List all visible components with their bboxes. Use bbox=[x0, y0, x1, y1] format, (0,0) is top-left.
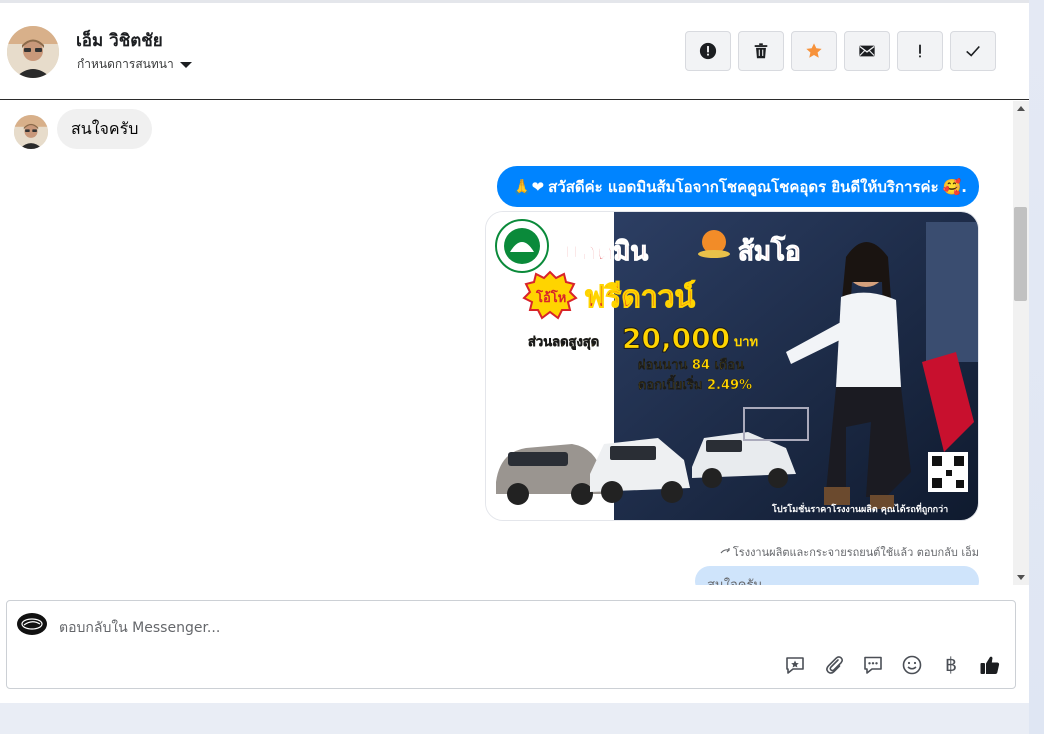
saved-reply-button[interactable] bbox=[783, 653, 807, 677]
chat-bubble-button[interactable] bbox=[861, 653, 885, 677]
saved-reply-icon bbox=[786, 657, 804, 674]
chat-bubble-icon bbox=[864, 656, 882, 674]
sender-avatar bbox=[14, 115, 48, 149]
incoming-message[interactable]: สนใจครับ bbox=[57, 109, 153, 149]
reply-meta-text: โรงงานผลิตและกระจายรถยนต์ใช้แล้ว ตอบกลับ… bbox=[732, 546, 979, 559]
mark-done-button[interactable] bbox=[950, 31, 996, 71]
promo-offer: ฟรีดาวน์ bbox=[584, 280, 696, 315]
scroll-down-arrow-icon[interactable] bbox=[1017, 575, 1025, 580]
message-input[interactable] bbox=[59, 617, 759, 639]
attach-button[interactable] bbox=[822, 653, 846, 677]
message-thread[interactable]: สนใจครับ 🙏❤ สวัสดีค่ะ แอดมินส้มโอจากโชคค… bbox=[0, 101, 1013, 585]
envelope-icon bbox=[859, 45, 875, 57]
follow-up-button[interactable] bbox=[791, 31, 837, 71]
star-icon bbox=[806, 43, 822, 58]
reply-arrow-icon bbox=[720, 548, 730, 554]
like-button[interactable] bbox=[978, 653, 1002, 677]
conversation-toolbar bbox=[685, 31, 996, 71]
scroll-thumb[interactable] bbox=[1014, 207, 1027, 301]
promo-discount-label: ส่วนลดสูงสุด bbox=[528, 335, 599, 350]
outgoing-message[interactable]: 🙏❤ สวัสดีค่ะ แอดมินส้มโอจากโชคคูณโชคอุดร… bbox=[496, 166, 979, 207]
mark-spam-button[interactable] bbox=[685, 31, 731, 71]
user-avatar[interactable] bbox=[7, 26, 59, 78]
exclamation-icon bbox=[919, 44, 921, 58]
reply-meta: โรงงานผลิตและกระจายรถยนต์ใช้แล้ว ตอบกลับ… bbox=[720, 543, 979, 561]
promo-image[interactable]: แอดมิน ส้มโอ โอ้โห ฟรีดาวน์ ส่วนลดสูงสุด… bbox=[485, 211, 979, 521]
outgoing-message-text: สวัสดีค่ะ แอดมินส้มโอจากโชคคูณโชคอุดร ยิ… bbox=[548, 177, 939, 196]
promo-discount-unit: บาท bbox=[734, 335, 758, 350]
caret-down-icon bbox=[179, 61, 192, 68]
thread-scrollbar[interactable] bbox=[1013, 101, 1029, 585]
flag-button[interactable] bbox=[897, 31, 943, 71]
composer-tools: ฿ bbox=[783, 653, 1002, 677]
page-logo bbox=[17, 613, 47, 635]
thumbs-up-icon bbox=[980, 656, 1000, 674]
promo-badge: โอ้โห bbox=[535, 289, 566, 306]
message-composer: ฿ bbox=[6, 600, 1016, 689]
conversation-schedule[interactable]: กำหนดการสนทนา bbox=[77, 55, 192, 74]
smiley-icon bbox=[902, 655, 922, 675]
payment-button[interactable]: ฿ bbox=[939, 653, 963, 677]
delete-button[interactable] bbox=[738, 31, 784, 71]
mark-unread-button[interactable] bbox=[844, 31, 890, 71]
reply-quote[interactable]: สนใจครับ bbox=[695, 566, 979, 585]
promo-installment: ผ่อนนาน 84 เดือน bbox=[638, 357, 744, 373]
conversation-schedule-label: กำหนดการสนทนา bbox=[77, 57, 174, 71]
conversation-header: เอ็ม วิชิตชัย กำหนดการสนทนา bbox=[0, 3, 1029, 100]
window-background bbox=[1029, 0, 1044, 734]
trash-icon bbox=[754, 43, 768, 59]
user-name: เอ็ม วิชิตชัย bbox=[76, 31, 163, 51]
smiling-hearts-emoji: 🥰. bbox=[942, 177, 967, 196]
paperclip-icon bbox=[826, 656, 844, 674]
promo-headline-right: ส้มโอ bbox=[738, 235, 801, 267]
check-icon bbox=[966, 45, 980, 57]
promo-headline-left: แอดมิน bbox=[564, 237, 648, 267]
baht-icon: ฿ bbox=[944, 654, 958, 676]
scroll-up-arrow-icon[interactable] bbox=[1017, 106, 1025, 111]
conversation-panel: เอ็ม วิชิตชัย กำหนดการสนทนา สนใจครับ 🙏❤ … bbox=[0, 0, 1029, 703]
promo-discount-amount: 20,000 bbox=[622, 322, 730, 355]
emoji-button[interactable] bbox=[900, 653, 924, 677]
exclamation-circle-icon bbox=[699, 42, 717, 60]
pray-heart-emoji: 🙏❤ bbox=[512, 177, 545, 196]
